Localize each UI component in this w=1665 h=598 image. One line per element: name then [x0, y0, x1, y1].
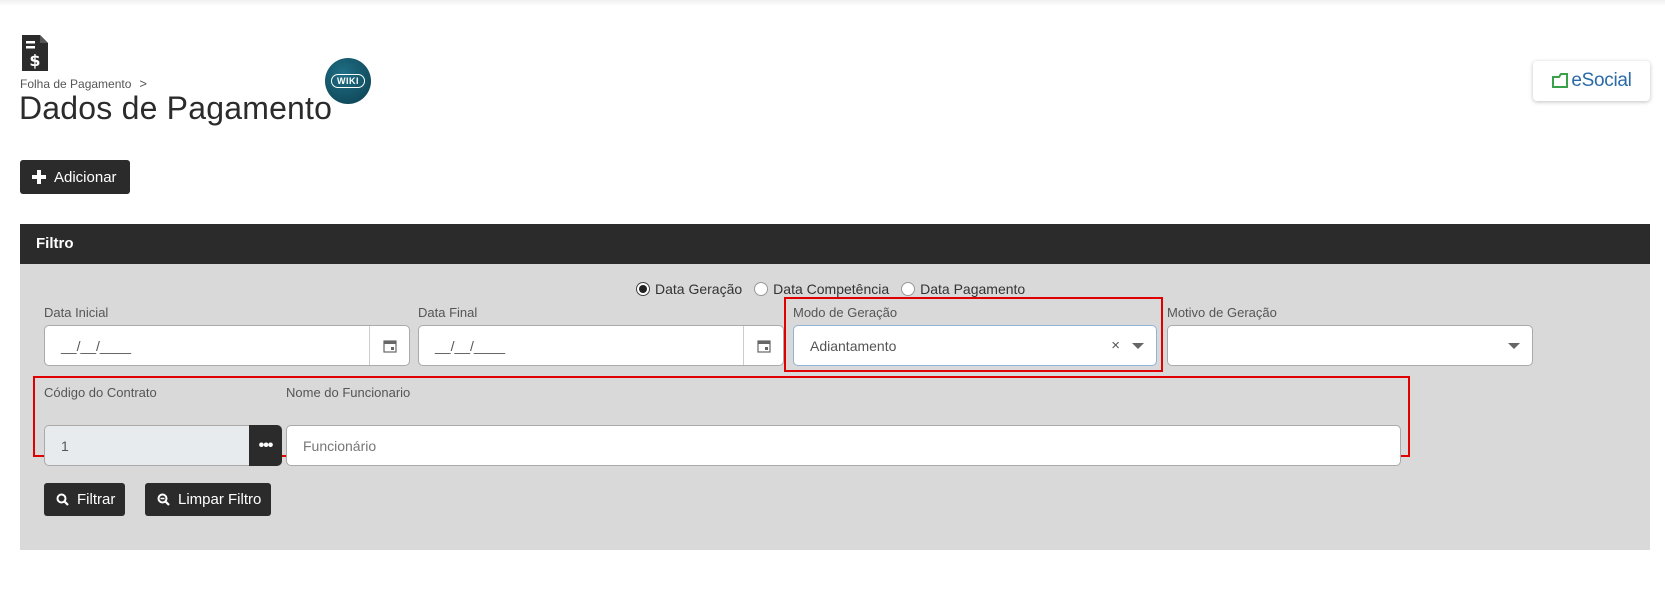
- data-inicial-input[interactable]: __/__/____: [44, 325, 410, 366]
- filter-button-label: Filtrar: [77, 491, 116, 508]
- esocial-logo-icon: [1552, 73, 1569, 88]
- clear-selection-icon[interactable]: ×: [1111, 337, 1120, 354]
- nome-funcionario-input[interactable]: Funcionário: [286, 425, 1401, 466]
- filter-button[interactable]: Filtrar: [44, 483, 125, 516]
- search-icon: [56, 493, 69, 506]
- motivo-geracao-label: Motivo de Geração: [1167, 305, 1277, 320]
- radio-unchecked-icon: [754, 282, 769, 296]
- breadcrumb: Folha de Pagamento >: [20, 76, 147, 91]
- file-dollar-icon: $: [20, 33, 50, 73]
- clear-filter-button[interactable]: Limpar Filtro: [145, 483, 271, 516]
- codigo-contrato-label: Código do Contrato: [44, 385, 157, 400]
- add-button-label: Adicionar: [54, 168, 117, 186]
- esocial-label: eSocial: [1571, 70, 1632, 91]
- add-button[interactable]: Adicionar: [20, 160, 130, 194]
- wiki-label: WIKI: [331, 74, 365, 88]
- radio-label: Data Competência: [773, 281, 890, 297]
- page-title: Dados de Pagamento: [19, 90, 333, 126]
- modo-geracao-select[interactable]: Adiantamento ×: [793, 325, 1157, 366]
- codigo-contrato-input[interactable]: 1: [44, 425, 249, 466]
- filter-panel: Filtro Data Geração Data Competência Dat…: [20, 224, 1650, 550]
- breadcrumb-separator: >: [139, 76, 148, 91]
- radio-label: Data Geração: [655, 281, 743, 297]
- more-options-button[interactable]: •••: [249, 425, 282, 466]
- radio-unchecked-icon: [901, 282, 916, 296]
- codigo-contrato-value: 1: [61, 437, 69, 454]
- motivo-geracao-select[interactable]: [1167, 325, 1533, 366]
- chevron-down-icon[interactable]: [1132, 342, 1144, 349]
- data-final-value: __/__/____: [435, 337, 506, 354]
- codigo-contrato-field: 1 •••: [44, 425, 282, 466]
- breadcrumb-item-folha[interactable]: Folha de Pagamento: [20, 77, 131, 91]
- clear-filter-button-label: Limpar Filtro: [178, 491, 262, 508]
- data-inicial-label: Data Inicial: [44, 305, 109, 320]
- top-shadow: [0, 0, 1665, 6]
- date-type-radio-group: Data Geração Data Competência Data Pagam…: [636, 281, 1025, 297]
- radio-checked-icon: [636, 282, 650, 296]
- data-final-label: Data Final: [418, 305, 478, 320]
- plus-icon: [32, 170, 46, 184]
- chevron-down-icon[interactable]: [1508, 342, 1520, 349]
- radio-data-pagamento[interactable]: Data Pagamento: [901, 281, 1025, 297]
- radio-data-competencia[interactable]: Data Competência: [754, 281, 889, 297]
- modo-geracao-value: Adiantamento: [810, 337, 897, 354]
- esocial-button[interactable]: eSocial: [1533, 61, 1650, 101]
- data-inicial-value: __/__/____: [61, 337, 132, 354]
- nome-funcionario-placeholder: Funcionário: [303, 437, 377, 454]
- filter-title: Filtro: [20, 224, 1650, 264]
- nome-funcionario-label: Nome do Funcionario: [286, 385, 411, 400]
- svg-text:$: $: [29, 51, 40, 70]
- search-minus-icon: [157, 493, 170, 506]
- radio-data-geracao[interactable]: Data Geração: [636, 281, 742, 297]
- wiki-button[interactable]: WIKI: [325, 58, 371, 104]
- calendar-icon[interactable]: [743, 326, 783, 365]
- data-final-input[interactable]: __/__/____: [418, 325, 784, 366]
- modo-geracao-label: Modo de Geração: [793, 305, 898, 320]
- radio-label: Data Pagamento: [920, 281, 1026, 297]
- calendar-icon[interactable]: [369, 326, 409, 365]
